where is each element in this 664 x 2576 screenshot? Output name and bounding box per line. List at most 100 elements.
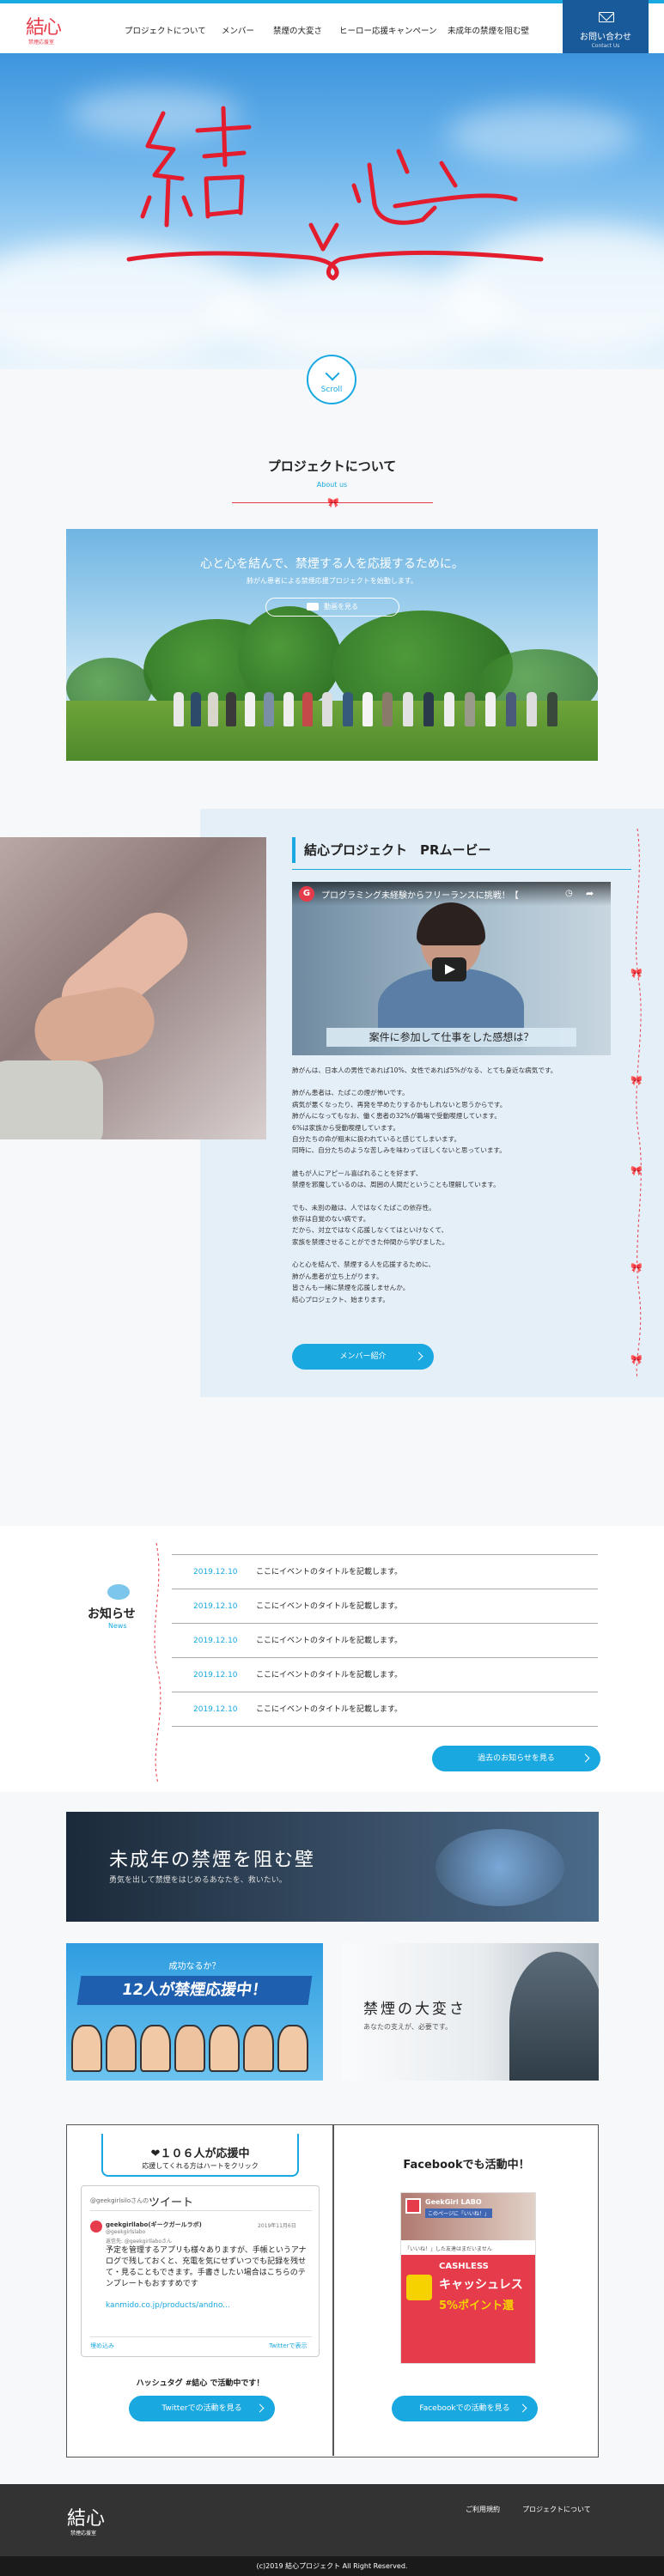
- nav-hero-campaign[interactable]: ヒーロー応援キャンペーン: [339, 24, 437, 36]
- news-date: 2019.12.10: [193, 1671, 238, 1680]
- video-icon: [307, 603, 319, 611]
- news-date: 2019.12.10: [193, 1602, 238, 1611]
- news-item[interactable]: 2019.12.10 ここにイベントのタイトルを記載します。: [172, 1624, 598, 1658]
- tweet-embed-link[interactable]: 埋め込み: [90, 2342, 114, 2350]
- ribbon-icon: 🎀: [630, 1354, 643, 1365]
- hashtag-note: ハッシュタグ #結心 で活動中です！: [136, 2379, 265, 2388]
- play-button[interactable]: [432, 957, 466, 981]
- nav-minor-wall[interactable]: 未成年の禁煙を阻む壁: [448, 24, 529, 36]
- minor-wall-subtitle: 勇気を出して禁煙をはじめるあなたを、救いたい。: [109, 1876, 287, 1885]
- embedded-tweet[interactable]: @geekgirlsiloさんの ツイート geekgirllabo(ギークガー…: [81, 2185, 320, 2357]
- news-item[interactable]: 2019.12.10 ここにイベントのタイトルを記載します。: [172, 1658, 598, 1692]
- news-item-title: ここにイベントのタイトルを記載します。: [256, 1568, 403, 1577]
- past-news-button[interactable]: 過去のお知らせを見る: [432, 1746, 600, 1771]
- fb-banner-line: 5%ポイント還: [439, 2300, 515, 2312]
- ribbon-icon: 🎀: [327, 497, 339, 508]
- difficulty-subtitle: あなたの支えが、必要です。: [363, 2023, 453, 2031]
- tweet-link[interactable]: kanmido.co.jp/products/andno...: [106, 2301, 230, 2310]
- pr-paragraph-line: 肺がん患者が立ち上がります。: [292, 1272, 383, 1280]
- watch-video-button[interactable]: 動画を見る: [265, 598, 399, 617]
- member-caricature: [71, 2025, 102, 2072]
- news-title: お知らせ: [88, 1607, 136, 1621]
- hero-calligraphy-logo: [126, 106, 544, 281]
- tweet-view-link[interactable]: Twitterで表示: [269, 2342, 307, 2350]
- clock-icon[interactable]: ◷: [565, 889, 573, 898]
- tweet-label: ツイート: [149, 2196, 194, 2209]
- twitter-support-count[interactable]: ❤１０６人が応援中: [67, 2144, 333, 2160]
- footer-terms-link[interactable]: ご利用規約: [466, 2505, 500, 2514]
- hero-campaign-banner[interactable]: 成功なるか？ 12人が禁煙応援中！: [66, 1943, 323, 2081]
- pr-paragraph-line: 誰もが人にアピール喜ばれることを好まず、: [292, 1169, 423, 1177]
- chevron-down-icon: [325, 366, 340, 381]
- news-item-title: ここにイベントのタイトルを記載します。: [256, 1671, 403, 1680]
- minor-wall-banner[interactable]: 未成年の禁煙を阻む壁 勇気を出して禁煙をはじめるあなたを、救いたい。: [66, 1812, 599, 1922]
- pr-paragraph-line: 禁煙を邪魔しているのは、周囲の人間だということも理解しています。: [292, 1181, 500, 1189]
- tweet-avatar: [90, 2221, 102, 2233]
- fb-page-name: GeekGirl LABO: [425, 2198, 482, 2206]
- logo-text: 結心: [26, 17, 62, 39]
- chevron-right-icon: [414, 1352, 423, 1361]
- channel-avatar[interactable]: G: [299, 886, 314, 902]
- footer-logo-sub: 禁煙応援室: [70, 2530, 97, 2537]
- twitter-support-note: 応援してくれる方はハートをクリック: [142, 2162, 259, 2170]
- pr-paragraph-line: 依存は自覚のない病です。: [292, 1215, 370, 1224]
- footer-logo[interactable]: 結心 禁煙応援室: [67, 2503, 127, 2537]
- pr-paragraph-line: 肺がん患者は、たばこの煙が怖いです。: [292, 1089, 409, 1097]
- facebook-activity-button[interactable]: Facebookでの活動を見る: [392, 2396, 538, 2421]
- fb-friend-note: 「いいね！」した友達はまだいません: [405, 2246, 492, 2252]
- share-icon[interactable]: ➦: [586, 888, 594, 899]
- site-logo[interactable]: 結心 禁煙応援室: [26, 12, 72, 48]
- youtube-video[interactable]: G プログラミング未経験からフリーランスに挑戦！【 ◷ ➦ 案件に参加して仕事を…: [292, 882, 611, 1055]
- pr-paragraph-line: 皆さんも一緒に禁煙を応援しませんか。: [292, 1284, 410, 1292]
- fb-like-button[interactable]: このページに「いいね！」: [425, 2208, 492, 2218]
- tweet-account: geekgirllabo(ギークガールラボ): [106, 2221, 202, 2228]
- member-caricature: [140, 2025, 171, 2072]
- site-footer: 結心 禁煙応援室 ご利用規約 プロジェクトについて: [0, 2484, 664, 2556]
- hero-campaign-question: 成功なるか？: [168, 1962, 221, 1971]
- news-item[interactable]: 2019.12.10 ここにイベントのタイトルを記載します。: [172, 1555, 598, 1589]
- news-item-title: ここにイベントのタイトルを記載します。: [256, 1637, 403, 1645]
- scroll-indicator[interactable]: Scroll: [307, 355, 356, 404]
- about-title: プロジェクトについて: [267, 459, 397, 474]
- twitter-activity-button[interactable]: Twitterでの活動を見る: [129, 2396, 275, 2421]
- tweet-reply: 返信先: @geekgirllaboさん: [106, 2239, 173, 2245]
- news-item[interactable]: 2019.12.10 ここにイベントのタイトルを記載します。: [172, 1692, 598, 1727]
- news-subtitle: News: [108, 1622, 127, 1630]
- speech-bubble-icon: [107, 1584, 130, 1600]
- minor-wall-title: 未成年の禁煙を阻む壁: [109, 1850, 316, 1871]
- mail-icon: [599, 12, 614, 22]
- nav-about[interactable]: プロジェクトについて: [125, 24, 206, 36]
- member-caricature: [174, 2025, 205, 2072]
- contact-label: お問い合わせ: [580, 33, 631, 42]
- video-caption: 案件に参加して仕事をした感想は？: [326, 1028, 576, 1047]
- video-title[interactable]: プログラミング未経験からフリーランスに挑戦！【: [321, 888, 519, 901]
- pr-paragraph-line: でも、未別の敵は、人ではなくたばこの依存性。: [292, 1203, 436, 1212]
- nav-members[interactable]: メンバー: [222, 24, 254, 36]
- pr-title-underline: [292, 869, 631, 870]
- red-string-decoration: [154, 1543, 161, 1783]
- pr-paragraph-line: 同時に、自分たちのような苦しみを味わってほしくないと思っています。: [292, 1146, 506, 1155]
- cashless-logo: [406, 2275, 432, 2300]
- news-item[interactable]: 2019.12.10 ここにイベントのタイトルを記載します。: [172, 1589, 598, 1624]
- chevron-right-icon: [581, 1753, 590, 1763]
- ribbon-icon: 🎀: [630, 1165, 643, 1176]
- chevron-right-icon: [518, 2403, 527, 2413]
- pr-paragraph-line: 心と心を結んで、禁煙する人を応援するために、: [292, 1261, 436, 1269]
- watch-video-label: 動画を見る: [324, 603, 358, 611]
- hero-section: [0, 53, 664, 369]
- about-subtitle: About us: [316, 481, 348, 489]
- tweet-date: 2019年11月6日: [258, 2223, 296, 2229]
- nav-difficulty[interactable]: 禁煙の大変さ: [273, 24, 322, 36]
- pr-paragraph-line: 肺がんになってもなお、働く患者の32%が職場で受動喫煙しています。: [292, 1112, 501, 1121]
- member-caricature: [243, 2025, 274, 2072]
- fb-page-avatar: [405, 2198, 421, 2214]
- member-intro-button[interactable]: メンバー紹介: [292, 1344, 434, 1370]
- about-banner-subheading: 肺がん患者による禁煙応援プロジェクトを始動します。: [247, 577, 417, 585]
- pr-paragraph-line: 結心プロジェクト、始まります。: [292, 1295, 389, 1303]
- footer-about-link[interactable]: プロジェクトについて: [522, 2505, 591, 2514]
- fb-banner-line: キャッシュレス: [439, 2278, 523, 2292]
- facebook-page-plugin[interactable]: GeekGirl LABO このページに「いいね！」 「いいね！」した友達はまだ…: [400, 2192, 536, 2364]
- scroll-label: Scroll: [320, 386, 343, 394]
- pr-paragraph-line: 肺がんは、日本人の男性であれば10%、女性であれば5%がなる、とても身近な病気で…: [292, 1066, 557, 1074]
- difficulty-banner[interactable]: 禁煙の大変さ あなたの支えが、必要です。: [342, 1943, 599, 2081]
